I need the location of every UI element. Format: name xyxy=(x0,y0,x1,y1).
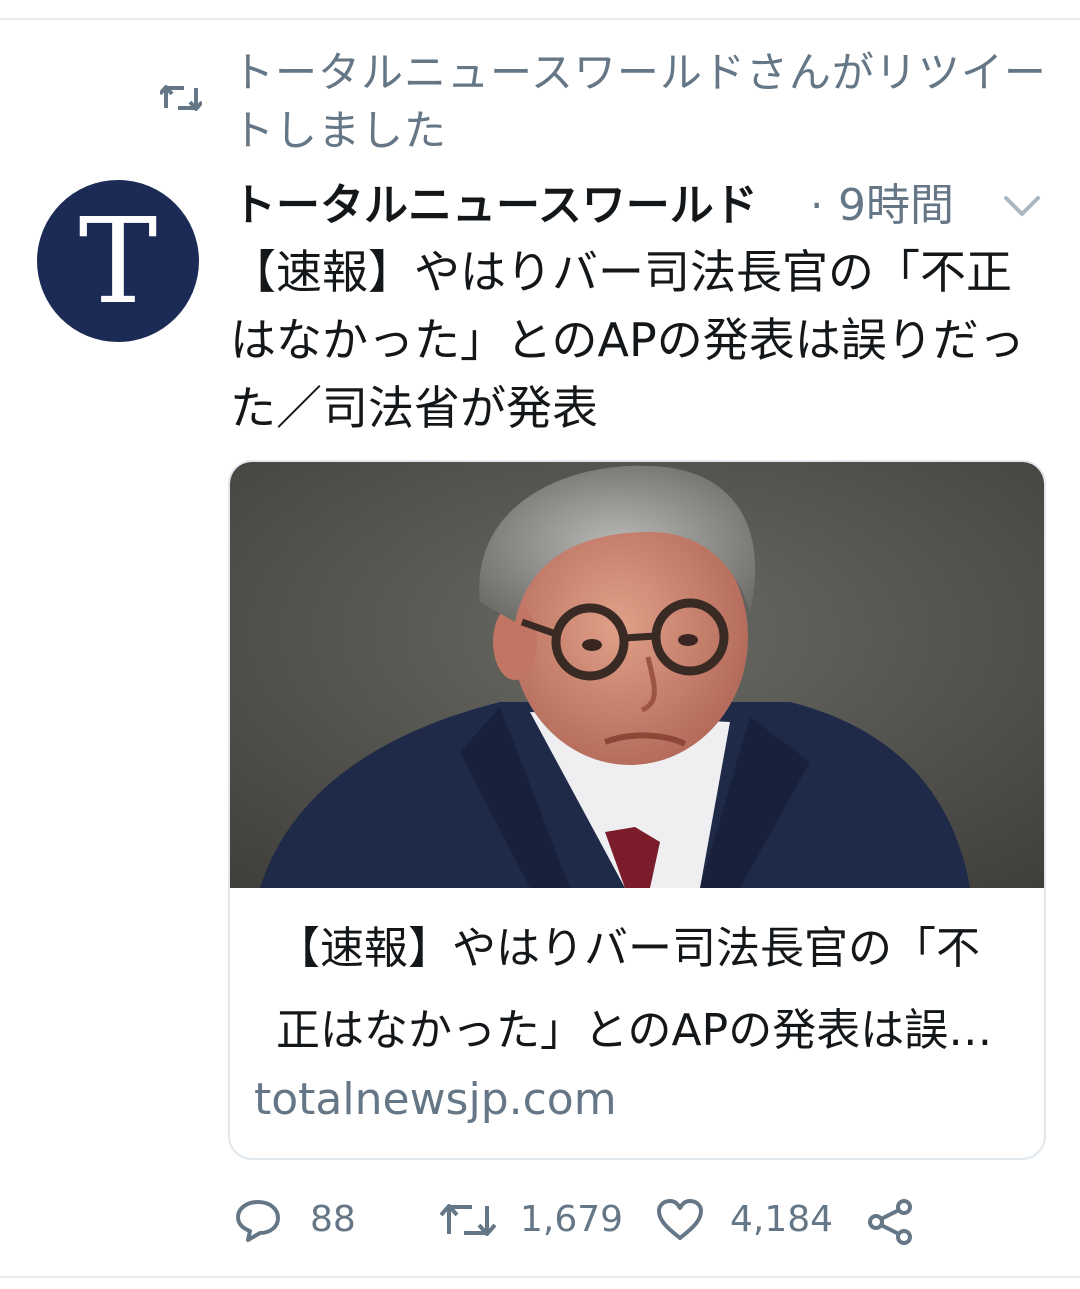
link-card[interactable]: 【速報】やはりバー司法長官の「不正はなかった」とのAPの発表は誤りだった／司法省… xyxy=(228,460,1046,1160)
avatar-letter: T xyxy=(78,192,158,330)
retweet-icon xyxy=(440,1204,496,1236)
tweet-text: 【速報】やはりバー司法長官の「不正はなかった」とのAPの発表は誤りだった／司法省… xyxy=(230,245,1025,435)
retweet-context-text[interactable]: トータルニュースワールドさんがリツイートしました xyxy=(232,44,1052,160)
action-bar: 88 1,679 4,184 xyxy=(0,1190,1080,1250)
avatar[interactable]: T xyxy=(37,180,199,342)
tweet-header: トータルニュースワールド · 9時間 xyxy=(232,176,1052,240)
retweet-count: 1,679 xyxy=(520,1199,624,1240)
reply-icon xyxy=(236,1200,280,1242)
retweet-icon xyxy=(160,85,202,111)
top-divider xyxy=(0,18,1080,20)
card-title: 【速報】やはりバー司法長官の「不正はなかった」とのAPの発表は誤りだった／司法省… xyxy=(276,923,993,1056)
reply-count: 88 xyxy=(310,1199,356,1240)
like-count: 4,184 xyxy=(730,1199,834,1240)
bottom-divider xyxy=(0,1276,1080,1278)
author-name[interactable]: トータルニュースワールド xyxy=(232,176,780,236)
chevron-down-icon[interactable] xyxy=(1002,192,1042,220)
card-photo xyxy=(230,462,1044,888)
separator-dot: · xyxy=(810,181,824,230)
card-domain: totalnewsjp.com xyxy=(254,1074,617,1125)
retweet-context: トータルニュースワールドさんがリツイートしました xyxy=(0,40,1080,160)
timestamp[interactable]: 9時間 xyxy=(838,176,954,236)
share-icon xyxy=(868,1199,912,1245)
heart-icon xyxy=(657,1199,703,1240)
